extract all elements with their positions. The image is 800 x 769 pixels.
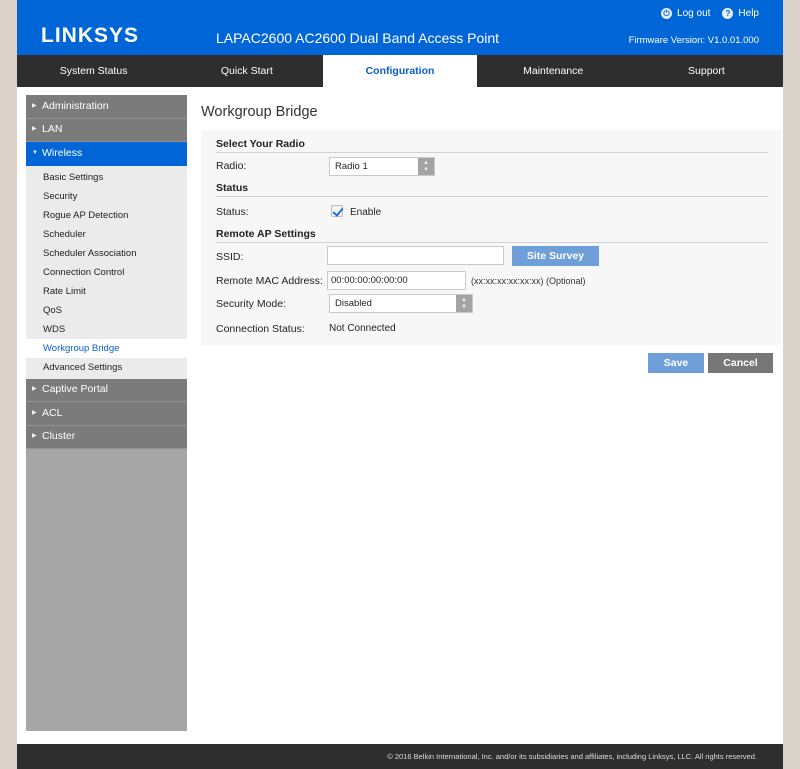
help-label: Help: [738, 8, 759, 19]
sidebar-item-advanced-settings[interactable]: Advanced Settings: [26, 358, 187, 377]
sidebar-item-scheduler[interactable]: Scheduler: [26, 225, 187, 244]
tab-maintenance[interactable]: Maintenance: [477, 55, 630, 87]
enable-label: Enable: [350, 207, 382, 218]
help-icon: ?: [722, 8, 734, 19]
top-links: ⏻ Log out ? Help: [661, 8, 759, 19]
enable-checkbox[interactable]: [331, 205, 343, 217]
caret-down-icon: ▼: [32, 149, 38, 156]
sidebar-group-wireless[interactable]: ▼ Wireless: [26, 142, 187, 166]
sidebar-item-connection-control[interactable]: Connection Control: [26, 263, 187, 282]
sidebar-item-workgroup-bridge[interactable]: Workgroup Bridge: [26, 338, 187, 358]
sidebar-item-qos[interactable]: QoS: [26, 301, 187, 320]
sidebar-item-scheduler-association[interactable]: Scheduler Association: [26, 244, 187, 263]
divider: [216, 242, 768, 243]
status-label: Status:: [216, 206, 249, 218]
updown-arrows-icon: ▲ ▼: [456, 295, 472, 312]
wireless-submenu: Basic Settings Security Rogue AP Detecti…: [26, 165, 187, 379]
sidebar: ▶ Administration ▶ LAN ▼ Wireless Basic …: [26, 95, 187, 731]
main-tabs: System Status Quick Start Configuration …: [17, 55, 783, 87]
product-title: LAPAC2600 AC2600 Dual Band Access Point: [216, 30, 500, 46]
divider: [216, 196, 768, 197]
caret-right-icon: ▶: [32, 433, 37, 440]
page-title: Workgroup Bridge: [201, 104, 318, 120]
sidebar-group-administration[interactable]: ▶ Administration: [26, 95, 187, 119]
copyright-text: © 2016 Belkin International, Inc. and/or…: [387, 752, 757, 761]
help-link[interactable]: ? Help: [722, 8, 759, 19]
security-mode-value: Disabled: [335, 298, 372, 309]
sidebar-group-label: Administration: [42, 99, 109, 112]
sidebar-item-basic-settings[interactable]: Basic Settings: [26, 168, 187, 187]
radio-select-value: Radio 1: [335, 161, 368, 172]
linksys-logo: LINKSYS: [41, 24, 140, 47]
sidebar-item-rogue-ap-detection[interactable]: Rogue AP Detection: [26, 206, 187, 225]
security-mode-label: Security Mode:: [216, 298, 287, 310]
mac-format-hint: (xx:xx:xx:xx:xx:xx) (Optional): [471, 276, 586, 286]
remote-mac-label: Remote MAC Address:: [216, 275, 323, 287]
section-title-select-radio: Select Your Radio: [216, 138, 305, 150]
section-title-status: Status: [216, 182, 249, 194]
radio-label: Radio:: [216, 160, 247, 172]
sidebar-group-label: Captive Portal: [42, 383, 108, 396]
site-survey-button[interactable]: Site Survey: [512, 246, 599, 266]
tab-quick-start[interactable]: Quick Start: [170, 55, 323, 87]
tab-support[interactable]: Support: [630, 55, 783, 87]
updown-arrows-icon: ▲ ▼: [418, 158, 434, 175]
sidebar-group-captive-portal[interactable]: ▶ Captive Portal: [26, 378, 187, 402]
caret-right-icon: ▶: [32, 386, 37, 393]
sidebar-group-label: ACL: [42, 406, 63, 419]
tab-configuration[interactable]: Configuration: [323, 55, 477, 87]
radio-select[interactable]: Radio 1 ▲ ▼: [329, 157, 435, 176]
cancel-button[interactable]: Cancel: [708, 353, 773, 373]
security-mode-select[interactable]: Disabled ▲ ▼: [329, 294, 473, 313]
caret-right-icon: ▶: [32, 409, 37, 416]
caret-right-icon: ▶: [32, 102, 37, 109]
workgroup-bridge-form: Select Your Radio Radio: Radio 1 ▲ ▼ Stat…: [201, 130, 781, 345]
header: LINKSYS LAPAC2600 AC2600 Dual Band Acces…: [17, 0, 783, 55]
sidebar-group-label: Wireless: [42, 146, 83, 159]
sidebar-group-lan[interactable]: ▶ LAN: [26, 118, 187, 142]
logout-label: Log out: [677, 8, 711, 19]
sidebar-item-wds[interactable]: WDS: [26, 320, 187, 339]
sidebar-group-cluster[interactable]: ▶ Cluster: [26, 425, 187, 449]
connection-status-label: Connection Status:: [216, 323, 305, 335]
firmware-version: Firmware Version: V1.0.01.000: [628, 35, 759, 46]
divider: [216, 152, 768, 153]
logout-link[interactable]: ⏻ Log out: [661, 8, 710, 19]
footer: © 2016 Belkin International, Inc. and/or…: [17, 744, 783, 769]
sidebar-group-label: LAN: [42, 123, 63, 136]
remote-mac-input[interactable]: [327, 271, 466, 290]
sidebar-item-rate-limit[interactable]: Rate Limit: [26, 282, 187, 301]
section-title-remote-ap: Remote AP Settings: [216, 228, 316, 240]
sidebar-group-label: Cluster: [42, 430, 76, 443]
save-button[interactable]: Save: [648, 353, 704, 373]
power-icon: ⏻: [661, 8, 673, 19]
connection-status-value: Not Connected: [329, 323, 396, 334]
ssid-input[interactable]: [327, 246, 504, 265]
caret-right-icon: ▶: [32, 126, 37, 133]
tab-system-status[interactable]: System Status: [17, 55, 170, 87]
page: LINKSYS LAPAC2600 AC2600 Dual Band Acces…: [17, 0, 783, 769]
ssid-label: SSID:: [216, 251, 244, 263]
sidebar-group-acl[interactable]: ▶ ACL: [26, 402, 187, 426]
sidebar-item-security[interactable]: Security: [26, 187, 187, 206]
